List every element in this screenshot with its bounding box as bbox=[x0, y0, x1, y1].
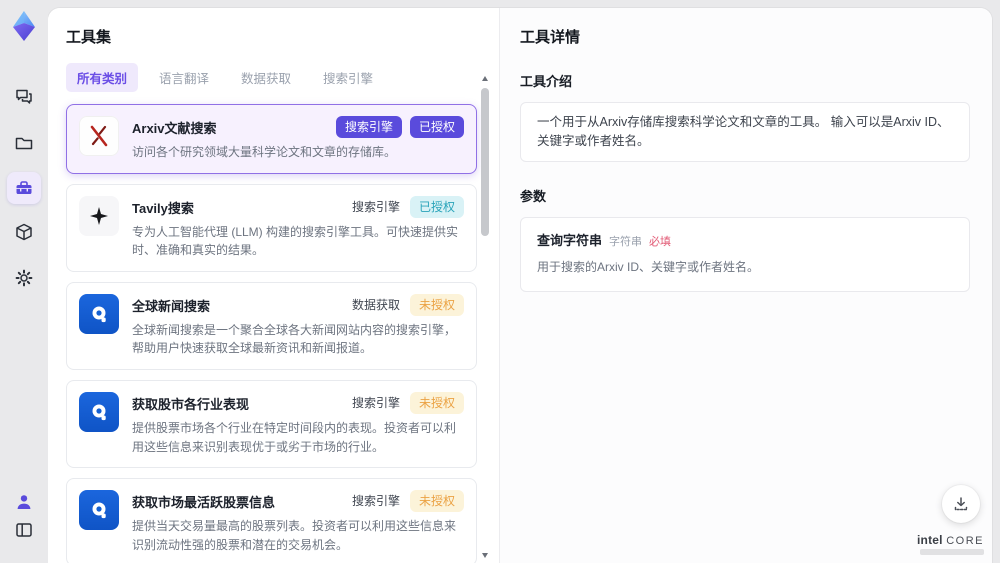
param-card: 查询字符串 字符串 必填 用于搜索的Arxiv ID、关键字或作者姓名。 bbox=[520, 216, 970, 292]
tool-name: Arxiv文献搜索 bbox=[132, 121, 217, 136]
category-tag: 搜索引擎 bbox=[351, 395, 400, 410]
category-tag: 搜索引擎 bbox=[351, 494, 400, 509]
page-title: 工具集 bbox=[66, 29, 112, 46]
scroll-down-arrow[interactable] bbox=[482, 553, 488, 558]
news-app-icon bbox=[79, 391, 119, 432]
tool-name: 获取股市各行业表现 bbox=[132, 396, 250, 412]
category-tag: 搜索引擎 bbox=[351, 199, 400, 214]
detail-title: 工具详情 bbox=[520, 29, 581, 46]
scroll-up-arrow[interactable] bbox=[482, 76, 488, 81]
auth-status-badge: 未授权 bbox=[409, 293, 464, 316]
tool-name: 获取市场最活跃股票信息 bbox=[132, 495, 276, 511]
tool-card-tavily[interactable]: Tavily搜索 搜索引擎 已授权 专为人工智能代理 (LLM) 构建的搜索引擎… bbox=[66, 183, 477, 272]
package-icon[interactable] bbox=[7, 216, 41, 248]
list-scrollbar bbox=[481, 76, 490, 558]
auth-status-badge: 未授权 bbox=[409, 391, 464, 414]
intro-text: 一个用于从Arxiv存储库搜索科学论文和文章的工具。 输入可以是Arxiv ID… bbox=[537, 115, 950, 148]
tool-card-arxiv[interactable]: Arxiv文献搜索 搜索引擎 已授权 访问各个研究领域大量科学论文和文章的存储库… bbox=[66, 104, 477, 174]
intel-core-logo: intel CORE bbox=[917, 533, 984, 555]
arxiv-logo-icon bbox=[79, 116, 119, 156]
tool-card-global-news[interactable]: 全球新闻搜索 数据获取 未授权 全球新闻搜索是一个聚合全球各大新闻网站内容的搜索… bbox=[66, 281, 477, 370]
settings-gear-icon[interactable] bbox=[7, 262, 41, 294]
scrollbar-thumb[interactable] bbox=[481, 88, 489, 236]
news-app-icon bbox=[79, 293, 119, 334]
download-button[interactable] bbox=[942, 485, 980, 523]
tool-name: Tavily搜索 bbox=[132, 200, 194, 216]
tool-list: Arxiv文献搜索 搜索引擎 已授权 访问各个研究领域大量科学论文和文章的存储库… bbox=[66, 104, 477, 563]
sidebar-rail bbox=[0, 0, 48, 563]
panel-toggle-icon[interactable] bbox=[7, 514, 41, 546]
category-tag: 数据获取 bbox=[351, 297, 400, 312]
app-logo[interactable] bbox=[10, 10, 38, 42]
tool-description: 全球新闻搜索是一个聚合全球各大新闻网站内容的搜索引擎，帮助用户快速获取全球最新资… bbox=[132, 322, 457, 356]
intro-heading: 工具介绍 bbox=[520, 74, 573, 89]
toolbox-icon[interactable] bbox=[7, 172, 41, 204]
tool-description: 提供股票市场各个行业在特定时间段内的表现。投资者可以利用这些信息来识别表现优于或… bbox=[132, 420, 457, 454]
brand-intel: intel bbox=[917, 533, 943, 547]
tool-card-sector-performance[interactable]: 获取股市各行业表现 搜索引擎 未授权 提供股票市场各个行业在特定时间段内的表现。… bbox=[66, 379, 477, 469]
param-name: 查询字符串 bbox=[537, 232, 603, 248]
download-icon bbox=[954, 497, 968, 511]
folder-icon[interactable] bbox=[7, 127, 41, 159]
auth-status-badge: 未授权 bbox=[409, 490, 464, 513]
brand-badge-bar bbox=[920, 549, 984, 555]
chat-icon[interactable] bbox=[7, 80, 41, 112]
tab-language-translation[interactable]: 语言翻译 bbox=[148, 63, 220, 92]
news-app-icon bbox=[79, 490, 119, 531]
param-type: 字符串 bbox=[609, 235, 643, 248]
tool-description: 专为人工智能代理 (LLM) 构建的搜索引擎工具。可快速提供实时、准确和真实的结… bbox=[132, 224, 459, 258]
auth-status-badge: 已授权 bbox=[409, 195, 464, 218]
param-required-badge: 必填 bbox=[649, 235, 672, 248]
tool-list-panel: 工具集 所有类别 语言翻译 数据获取 搜索引擎 Arxiv文献搜索 搜索引擎 已… bbox=[48, 8, 500, 563]
tool-card-active-stocks[interactable]: 获取市场最活跃股票信息 搜索引擎 未授权 提供当天交易量最高的股票列表。投资者可… bbox=[66, 478, 477, 563]
tool-description: 访问各个研究领域大量科学论文和文章的存储库。 bbox=[132, 145, 397, 159]
app-surface: 工具集 所有类别 语言翻译 数据获取 搜索引擎 Arxiv文献搜索 搜索引擎 已… bbox=[48, 8, 992, 563]
param-description: 用于搜索的Arxiv ID、关键字或作者姓名。 bbox=[537, 260, 760, 274]
category-tabs: 所有类别 语言翻译 数据获取 搜索引擎 bbox=[66, 63, 477, 92]
intro-card: 一个用于从Arxiv存储库搜索科学论文和文章的工具。 输入可以是Arxiv ID… bbox=[520, 102, 970, 162]
tab-search-engine[interactable]: 搜索引擎 bbox=[312, 63, 384, 92]
auth-status-badge: 已授权 bbox=[409, 116, 464, 138]
tool-name: 全球新闻搜索 bbox=[132, 298, 211, 314]
tab-data-fetch[interactable]: 数据获取 bbox=[230, 63, 302, 92]
category-tag: 搜索引擎 bbox=[335, 116, 402, 138]
brand-core: CORE bbox=[946, 535, 984, 547]
tab-all-categories[interactable]: 所有类别 bbox=[66, 63, 139, 92]
tavily-star-icon bbox=[79, 195, 119, 236]
tool-description: 提供当天交易量最高的股票列表。投资者可以利用这些信息来识别流动性强的股票和潜在的… bbox=[132, 519, 457, 552]
params-heading: 参数 bbox=[520, 188, 547, 204]
tool-detail-panel: 工具详情 工具介绍 一个用于从Arxiv存储库搜索科学论文和文章的工具。 输入可… bbox=[500, 8, 992, 563]
